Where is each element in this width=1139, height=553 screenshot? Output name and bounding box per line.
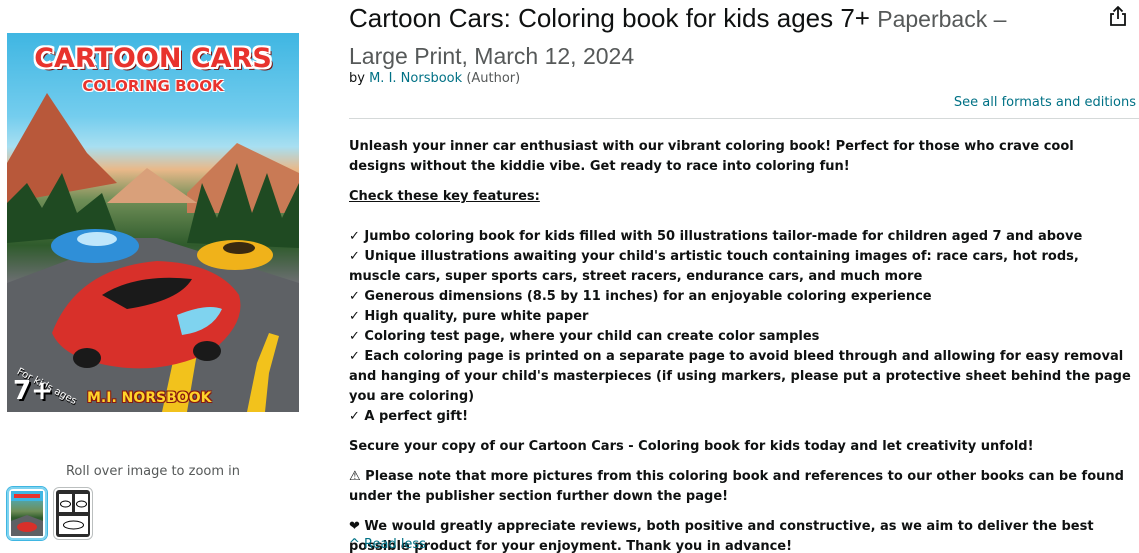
- feature-item: ✓ High quality, pure white paper: [349, 309, 589, 324]
- byline-prefix: by: [349, 71, 365, 86]
- feature-item: ✓ Jumbo coloring book for kids filled wi…: [349, 229, 1083, 244]
- read-less-link[interactable]: ^ Read less: [349, 537, 426, 552]
- description-intro: Unleash your inner car enthusiast with o…: [349, 139, 1074, 174]
- features-list: ✓ Jumbo coloring book for kids filled wi…: [349, 227, 1134, 427]
- product-title-text: Cartoon Cars: Coloring book for kids age…: [349, 3, 870, 33]
- byline: by M. I. Norsbook (Author): [349, 71, 520, 86]
- divider: [349, 118, 1139, 119]
- thumbnail-interior[interactable]: [53, 487, 93, 540]
- secure-copy-line: Secure your copy of our Cartoon Cars - C…: [349, 439, 1034, 454]
- feature-item: ✓ Unique illustrations awaiting your chi…: [349, 249, 1079, 284]
- feature-item: ✓ Generous dimensions (8.5 by 11 inches)…: [349, 289, 932, 304]
- publisher-note: ⚠ Please note that more pictures from th…: [349, 469, 1124, 504]
- share-icon: [1110, 6, 1126, 26]
- thumbnail-interior-art: [59, 494, 88, 534]
- author-link[interactable]: M. I. Norsbook: [369, 71, 462, 86]
- features-heading: Check these key features:: [349, 189, 540, 204]
- cover-age-badge: 7+: [13, 376, 53, 406]
- reviews-request: ❤ We would greatly appreciate reviews, b…: [349, 519, 1094, 553]
- book-cover-image[interactable]: CARTOON CARS COLORING BOOK For kids ages…: [7, 33, 299, 412]
- see-all-formats-link[interactable]: See all formats and editions: [954, 95, 1136, 110]
- cover-author: M.I. NORSBOOK: [87, 390, 212, 406]
- zoom-hint: Roll over image to zoom in: [65, 464, 241, 479]
- product-title: Cartoon Cars: Coloring book for kids age…: [349, 0, 1069, 74]
- thumbnail-cover-art: [11, 491, 43, 536]
- feature-item: ✓ Each coloring page is printed on a sep…: [349, 349, 1131, 404]
- cover-subtitle: COLORING BOOK: [82, 77, 224, 95]
- thumbnail-cover-image: [11, 491, 43, 536]
- product-format-line2: Large Print, March 12, 2024: [349, 43, 635, 69]
- thumbnail-interior-image: [56, 490, 90, 537]
- cover-title: CARTOON CARS: [34, 43, 272, 74]
- feature-item: ✓ Coloring test page, where your child c…: [349, 329, 820, 344]
- share-button[interactable]: [1099, 0, 1137, 32]
- feature-item: ✓ A perfect gift!: [349, 409, 469, 424]
- author-role: (Author): [466, 71, 521, 86]
- product-description: Unleash your inner car enthusiast with o…: [349, 137, 1134, 553]
- thumbnail-cover[interactable]: [7, 487, 47, 540]
- product-format-line1: Paperback –: [877, 6, 1007, 32]
